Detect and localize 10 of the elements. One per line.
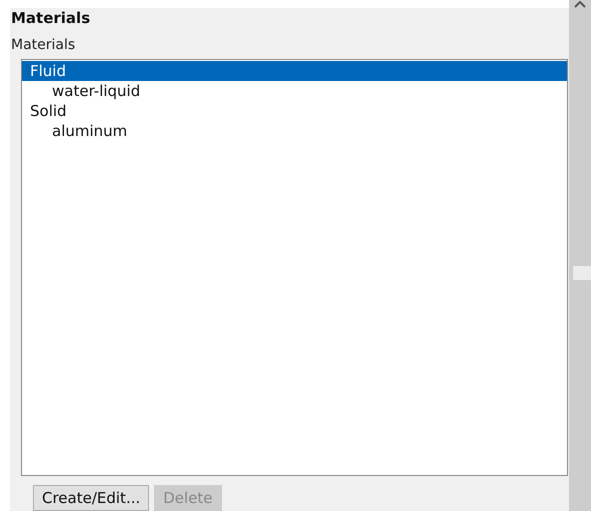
scroll-thumb[interactable]	[573, 266, 591, 280]
tree-item[interactable]: aluminum	[22, 121, 567, 141]
scroll-up-icon[interactable]	[574, 0, 586, 8]
panel-title: Materials	[11, 8, 92, 28]
tree-item[interactable]: Solid	[22, 101, 567, 121]
tree-item[interactable]: Fluid	[22, 61, 567, 81]
button[interactable]: Create/Edit...	[33, 485, 150, 511]
scrollbar[interactable]	[569, 0, 591, 511]
tree-item[interactable]: water-liquid	[22, 81, 567, 101]
list-label: Materials	[11, 36, 76, 55]
